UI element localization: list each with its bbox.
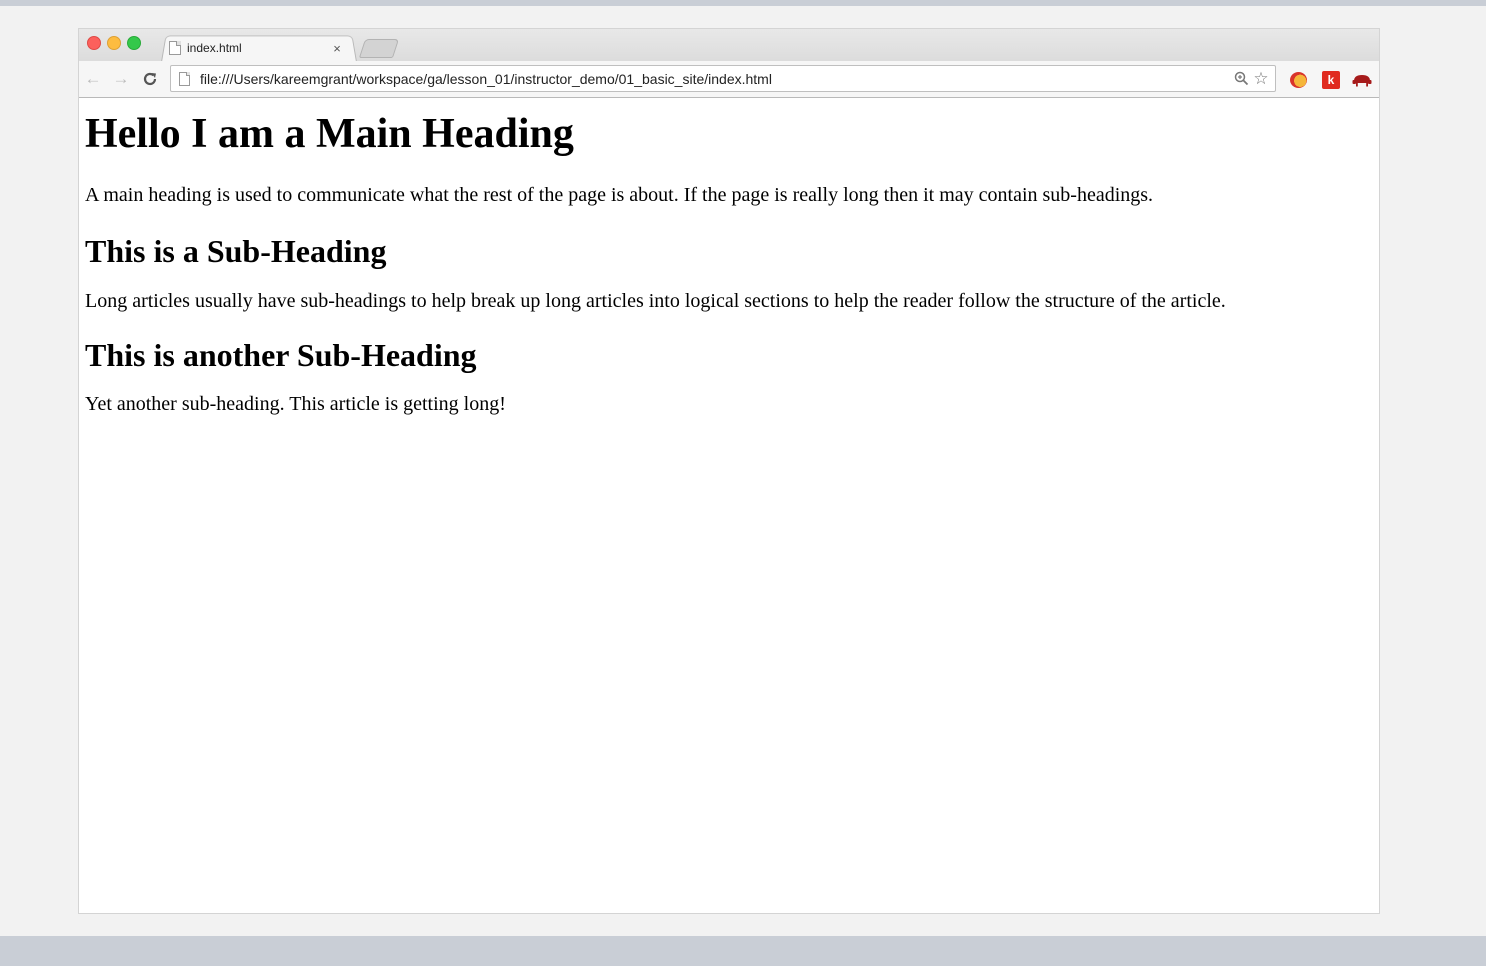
tab-index[interactable]: index.html × xyxy=(167,38,353,58)
zoom-icon[interactable] xyxy=(1231,69,1251,89)
new-tab-button[interactable] xyxy=(358,39,400,58)
desktop-background: index.html × ← → file:///Users/kareemgra… xyxy=(0,6,1486,936)
maximize-window-button[interactable] xyxy=(127,36,141,50)
intro-paragraph: A main heading is used to communicate wh… xyxy=(85,184,1154,207)
k-extension-letter: k xyxy=(1322,71,1340,89)
reload-icon[interactable] xyxy=(140,69,160,89)
sub-heading-1: This is a Sub-Heading xyxy=(85,233,387,270)
tab-strip: index.html × xyxy=(79,29,1379,62)
page-icon xyxy=(179,71,190,86)
reload-glyph xyxy=(143,72,157,86)
document-icon xyxy=(169,41,181,55)
zoom-glyph xyxy=(1234,71,1248,86)
tampermonkey-icon[interactable] xyxy=(1288,70,1308,90)
paragraph-1: Long articles usually have sub-headings … xyxy=(85,289,1226,312)
forward-arrow-icon[interactable]: → xyxy=(111,69,131,89)
minimize-window-button[interactable] xyxy=(107,36,121,50)
tampermonkey-glyph xyxy=(1289,72,1307,88)
back-arrow-icon[interactable]: ← xyxy=(83,69,103,89)
chair-glyph xyxy=(1352,75,1372,87)
bookmark-star-icon[interactable]: ☆ xyxy=(1251,69,1271,89)
tab-title: index.html xyxy=(187,41,242,55)
page-content: Hello I am a Main Heading A main heading… xyxy=(85,98,1369,417)
sub-heading-2: This is another Sub-Heading xyxy=(85,336,477,373)
browser-toolbar: ← → file:///Users/kareemgrant/workspace/… xyxy=(79,61,1379,98)
paragraph-2: Yet another sub-heading. This article is… xyxy=(85,393,506,416)
close-window-button[interactable] xyxy=(87,36,101,50)
tab-close-icon[interactable]: × xyxy=(329,41,345,56)
chair-extension-icon[interactable] xyxy=(1352,70,1372,90)
browser-window: index.html × ← → file:///Users/kareemgra… xyxy=(79,29,1379,913)
url-text[interactable]: file:///Users/kareemgrant/workspace/ga/l… xyxy=(200,71,1231,87)
address-bar[interactable]: file:///Users/kareemgrant/workspace/ga/l… xyxy=(170,65,1276,92)
main-heading: Hello I am a Main Heading xyxy=(85,111,574,157)
k-extension-icon[interactable]: k xyxy=(1321,70,1341,90)
